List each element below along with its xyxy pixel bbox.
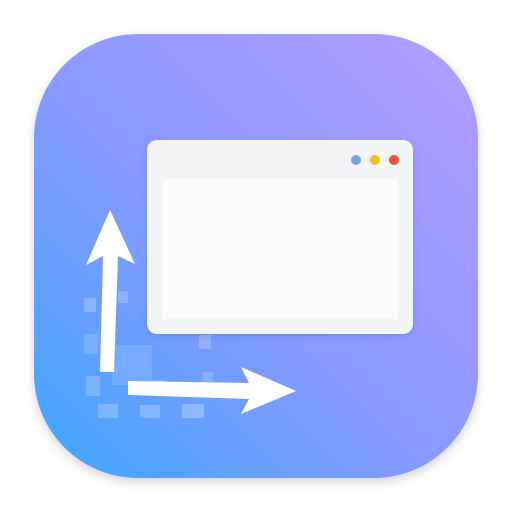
pixel-square [84, 334, 98, 354]
pixel-square [98, 404, 118, 418]
pixel-square [84, 298, 96, 312]
pixel-square [140, 405, 160, 418]
traffic-light-red [389, 155, 399, 165]
app-icon[interactable] [34, 34, 478, 478]
pixel-square [182, 404, 204, 418]
pixel-square [199, 335, 211, 349]
pixel-square [112, 345, 152, 385]
app-icon-artwork [34, 34, 478, 478]
traffic-light-blue [351, 155, 361, 165]
pixel-square [86, 376, 100, 396]
traffic-light-yellow [370, 155, 380, 165]
pixel-square [203, 372, 213, 382]
icon-canvas [0, 0, 512, 512]
pixel-square [118, 291, 128, 303]
window-content [163, 179, 398, 319]
